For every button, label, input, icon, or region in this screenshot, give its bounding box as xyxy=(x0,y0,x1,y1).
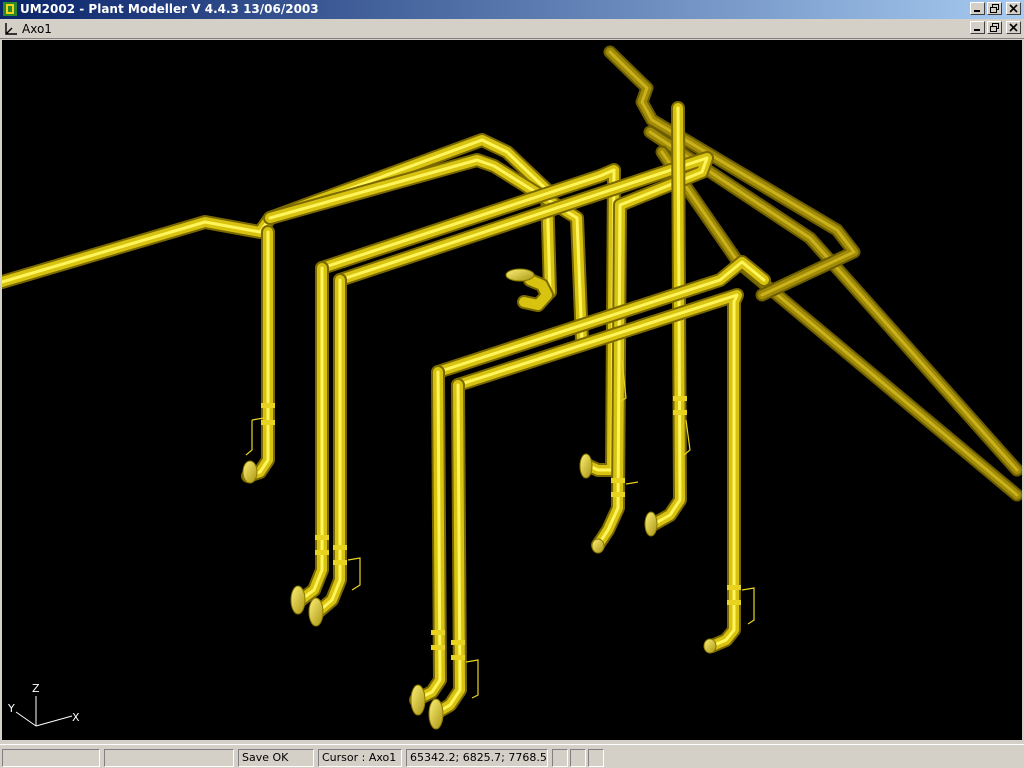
document-title: Axo1 xyxy=(22,22,52,36)
status-pane-7 xyxy=(570,749,586,767)
minimize-button[interactable] xyxy=(970,2,985,15)
status-bar: Save OK Cursor : Axo1 65342.2; 6825.7; 7… xyxy=(0,744,1024,768)
axo-view-icon xyxy=(5,23,17,35)
close-icon xyxy=(1009,4,1018,13)
restore-icon xyxy=(990,23,999,32)
axis-x-label: X xyxy=(72,711,80,724)
app-title: UM2002 - Plant Modeller V 4.4.3 13/06/20… xyxy=(20,2,319,16)
close-icon xyxy=(1009,23,1018,32)
minimize-icon xyxy=(974,29,980,31)
status-pane-8 xyxy=(588,749,604,767)
um2002-app-icon xyxy=(3,2,17,16)
document-title-bar[interactable]: Axo1 xyxy=(0,19,1024,39)
pipe-run-far-right[interactable] xyxy=(603,45,1022,502)
restore-button[interactable] xyxy=(987,2,1002,15)
axis-triad: Z Y X xyxy=(7,682,80,727)
minimize-icon xyxy=(974,10,980,12)
close-button[interactable] xyxy=(1006,2,1021,15)
app-title-bar[interactable]: UM2002 - Plant Modeller V 4.4.3 13/06/20… xyxy=(0,0,1024,19)
status-pane-6 xyxy=(552,749,568,767)
status-coordinates: 65342.2; 6825.7; 7768.5; xyxy=(406,749,548,767)
doc-restore-button[interactable] xyxy=(987,21,1002,34)
status-save-message: Save OK xyxy=(238,749,314,767)
axis-y-label: Y xyxy=(7,702,15,715)
status-cursor-view: Cursor : Axo1 xyxy=(318,749,402,767)
axo-3d-viewport[interactable]: Z Y X xyxy=(2,40,1022,740)
doc-minimize-button[interactable] xyxy=(970,21,985,34)
axis-z-label: Z xyxy=(32,682,40,695)
restore-icon xyxy=(990,4,999,13)
status-pane-2 xyxy=(104,749,234,767)
pipe-model-canvas[interactable]: Z Y X xyxy=(2,40,1022,740)
doc-close-button[interactable] xyxy=(1006,21,1021,34)
pipe-run-main[interactable] xyxy=(2,101,771,719)
status-pane-1 xyxy=(2,749,100,767)
